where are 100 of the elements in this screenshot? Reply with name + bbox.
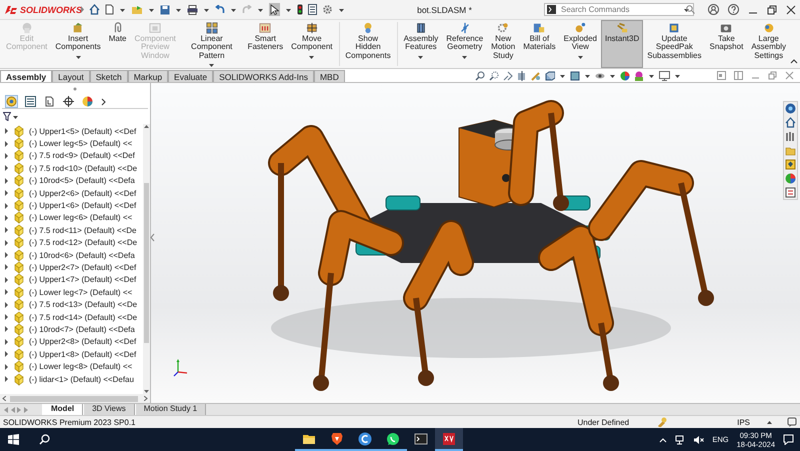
scrollbar-thumb[interactable]	[144, 183, 149, 343]
expand-arrow-icon[interactable]	[4, 314, 9, 320]
speaker-muted-icon[interactable]	[693, 434, 704, 444]
search-icon[interactable]	[686, 5, 695, 14]
caret-icon[interactable]	[74, 54, 82, 60]
command-tab[interactable]: MBD	[314, 70, 345, 82]
expand-arrow-icon[interactable]	[4, 227, 9, 234]
letter-c-circle-icon[interactable]	[358, 432, 372, 446]
model-view-tab[interactable]: Motion Study 1	[134, 404, 206, 415]
user-account-icon[interactable]	[708, 4, 719, 15]
tile-right-icon[interactable]	[734, 71, 743, 80]
ribbon-button[interactable]: New Motion Study	[487, 20, 520, 68]
scrollbar-thumb[interactable]	[10, 396, 138, 402]
display-style-icon[interactable]	[570, 70, 580, 80]
tree-item[interactable]: (-) Lower leg<5> (Default) <<	[29, 139, 132, 148]
scroll-down-icon[interactable]	[144, 390, 149, 394]
caret-icon[interactable]	[558, 72, 566, 78]
tree-item[interactable]: (-) 7.5 rod<13> (Default) <<De	[29, 300, 138, 310]
expand-arrow-icon[interactable]	[80, 6, 85, 13]
caret-icon[interactable]	[257, 6, 264, 12]
appearance-icon[interactable]	[620, 70, 630, 80]
ribbon-button[interactable]: Insert Components	[51, 20, 105, 68]
caret-icon[interactable]	[417, 54, 424, 60]
configuration-manager-icon[interactable]	[44, 96, 55, 107]
expand-arrow-icon[interactable]	[4, 376, 9, 382]
scroll-up-icon[interactable]	[144, 124, 149, 128]
caret-icon[interactable]	[338, 6, 345, 12]
tooltip-icon[interactable]	[787, 417, 797, 427]
zoom-to-fit-icon[interactable]	[474, 70, 485, 80]
settings-icon[interactable]	[322, 4, 333, 15]
ribbon-button[interactable]: Exploded View	[560, 20, 601, 68]
dimxpert-icon[interactable]	[63, 96, 74, 107]
filter-icon[interactable]	[3, 112, 11, 121]
tree-item[interactable]: (-) Upper1<8> (Default) <<Def	[29, 350, 136, 359]
monitor-icon[interactable]	[658, 70, 670, 80]
collapse-panel-icon[interactable]	[150, 233, 155, 242]
expand-arrow-icon[interactable]	[4, 276, 9, 283]
tile-left-icon[interactable]	[717, 71, 726, 80]
caret-icon[interactable]	[674, 72, 681, 78]
ribbon-button[interactable]: Assembly Features	[400, 20, 442, 68]
expand-arrow-icon[interactable]	[4, 289, 9, 296]
more-tabs-icon[interactable]	[101, 98, 106, 106]
expand-arrow-icon[interactable]	[4, 140, 9, 147]
ribbon-button[interactable]: Large Assembly Settings	[747, 20, 790, 68]
scroll-left-icon[interactable]	[2, 396, 6, 401]
command-tab[interactable]: Sketch	[90, 70, 128, 82]
undo-icon[interactable]	[215, 5, 225, 14]
search-field[interactable]: Search Commands	[544, 3, 694, 16]
expand-arrow-icon[interactable]	[4, 202, 9, 209]
caret-icon[interactable]	[203, 6, 210, 12]
caret-icon[interactable]	[766, 419, 773, 425]
resources-icon[interactable]	[785, 103, 796, 114]
caret-icon[interactable]	[148, 6, 155, 12]
expand-arrow-icon[interactable]	[4, 351, 9, 358]
caret-icon[interactable]	[12, 114, 19, 120]
expand-arrow-icon[interactable]	[4, 214, 9, 221]
expand-arrow-icon[interactable]	[4, 338, 9, 345]
ribbon-button[interactable]: Reference Geometry	[442, 20, 488, 68]
expand-arrow-icon[interactable]	[4, 128, 9, 134]
ribbon-button[interactable]: Smart Fasteners	[244, 20, 288, 68]
cad-app-icon[interactable]	[442, 432, 456, 446]
caret-icon[interactable]	[683, 6, 690, 12]
caret-icon[interactable]	[119, 6, 126, 12]
tree-item[interactable]: (-) Upper1<7> (Default) <<Def	[29, 275, 136, 284]
hide-show-items-icon[interactable]	[594, 70, 605, 80]
view-orientation-icon[interactable]	[544, 70, 555, 80]
save-icon[interactable]	[160, 4, 170, 14]
tree-item[interactable]: (-) 7.5 rod<9> (Default) <<Def	[29, 151, 135, 160]
expand-arrow-icon[interactable]	[4, 252, 9, 258]
units-selector[interactable]: IPS	[737, 418, 750, 426]
caret-icon[interactable]	[308, 54, 316, 60]
zoom-to-area-icon[interactable]	[488, 70, 499, 80]
scene-icon[interactable]	[634, 70, 644, 80]
caret-icon[interactable]	[461, 54, 468, 60]
caret-icon[interactable]	[175, 6, 182, 12]
splitter-handle-icon[interactable]	[73, 87, 77, 91]
design-library-icon[interactable]	[785, 131, 796, 142]
search-icon[interactable]	[39, 434, 50, 445]
expand-arrow-icon[interactable]	[4, 240, 9, 246]
tree-item[interactable]: (-) 10rod<5> (Default) <<Defa	[29, 176, 135, 186]
appearances-icon[interactable]	[785, 173, 796, 184]
model-view-tab[interactable]: Model	[42, 404, 84, 415]
caret-icon[interactable]	[230, 6, 237, 12]
model-view-tab[interactable]: 3D Views	[83, 404, 135, 415]
traffic-light-icon[interactable]	[297, 4, 303, 15]
tree-item[interactable]: (-) Lower leg<6> (Default) <<	[29, 213, 132, 222]
tree-item[interactable]: (-) 10rod<6> (Default) <<Defa	[29, 250, 135, 260]
tree-item[interactable]: (-) 7.5 rod<10> (Default) <<De	[29, 164, 138, 173]
tree-item[interactable]: (-) Upper2<7> (Default) <<Def	[29, 262, 136, 272]
caret-icon[interactable]	[576, 54, 584, 60]
expand-arrow-icon[interactable]	[4, 264, 9, 270]
tree-item[interactable]: (-) 10rod<7> (Default) <<Defa	[29, 324, 135, 334]
ribbon-button[interactable]: Mate	[104, 20, 131, 68]
display-manager-icon[interactable]	[82, 96, 93, 107]
collapse-ribbon-icon[interactable]	[790, 58, 798, 64]
tree-item[interactable]: (-) 7.5 rod<12> (Default) <<De	[29, 238, 138, 248]
chat-bubble-icon[interactable]	[386, 432, 400, 446]
ribbon-button[interactable]: Update SpeedPak Subassemblies	[643, 20, 706, 68]
view-palette-icon[interactable]	[785, 159, 796, 170]
network-icon[interactable]	[675, 434, 686, 444]
